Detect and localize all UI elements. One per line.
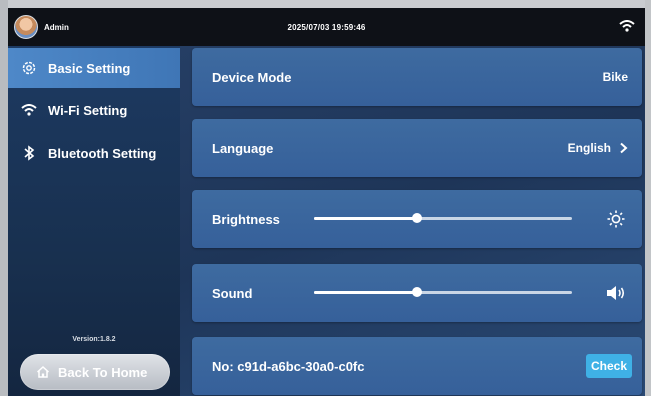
brightness-slider-fill <box>314 217 418 220</box>
check-button[interactable]: Check <box>586 354 632 378</box>
brightness-label: Brightness <box>212 211 280 227</box>
sidebar: Basic Setting Wi-Fi Setting Bluetooth Se… <box>8 46 180 396</box>
speaker-icon <box>606 283 626 303</box>
brightness-row: Brightness <box>192 190 642 248</box>
datetime: 2025/07/03 19:59:46 <box>287 22 366 32</box>
back-to-home-label: Back To Home <box>58 364 148 380</box>
brightness-slider[interactable] <box>314 213 572 223</box>
sidebar-item-basic-setting[interactable]: Basic Setting <box>8 48 180 88</box>
sidebar-item-label: Bluetooth Setting <box>48 145 157 161</box>
language-value-group: English <box>568 141 628 155</box>
sound-slider[interactable] <box>314 287 572 297</box>
gear-icon <box>20 59 38 77</box>
sound-label: Sound <box>212 285 253 301</box>
sidebar-item-label: Basic Setting <box>48 60 131 76</box>
screen-bezel-right <box>645 0 651 396</box>
sound-slider-fill <box>314 291 418 294</box>
language-label: Language <box>212 140 274 156</box>
screen-bezel-left <box>0 0 8 396</box>
home-icon <box>36 365 50 378</box>
settings-panel: Device Mode Bike Language English Bright… <box>180 46 645 396</box>
chevron-right-icon <box>620 142 628 154</box>
sidebar-item-bluetooth-setting[interactable]: Bluetooth Setting <box>8 133 180 173</box>
brightness-slider-handle[interactable] <box>412 213 423 223</box>
device-mode-value: Bike <box>602 70 628 84</box>
wifi-icon <box>619 20 635 32</box>
bluetooth-icon <box>20 144 38 162</box>
back-to-home-button[interactable]: Back To Home <box>20 354 170 390</box>
sun-icon <box>606 209 626 229</box>
serial-label: No: <box>212 358 234 374</box>
serial-value: c91d-a6bc-30a0-c0fc <box>237 358 365 374</box>
version-label: Version:1.8.2 <box>72 336 116 343</box>
wifi-icon <box>20 101 38 119</box>
serial-number-row: No: c91d-a6bc-30a0-c0fc Check <box>192 337 642 395</box>
language-value: English <box>567 141 611 155</box>
language-row[interactable]: Language English <box>192 119 642 177</box>
sidebar-item-label: Wi-Fi Setting <box>48 102 128 118</box>
device-mode-row[interactable]: Device Mode Bike <box>192 48 642 106</box>
serial-number: No: c91d-a6bc-30a0-c0fc <box>212 359 365 374</box>
sound-slider-handle[interactable] <box>412 287 423 297</box>
status-bar: Admin 2025/07/03 19:59:46 <box>8 8 645 46</box>
screen-bezel-top <box>0 0 651 8</box>
device-mode-label: Device Mode <box>212 69 292 85</box>
sound-row: Sound <box>192 264 642 322</box>
sidebar-item-wifi-setting[interactable]: Wi-Fi Setting <box>8 90 180 130</box>
